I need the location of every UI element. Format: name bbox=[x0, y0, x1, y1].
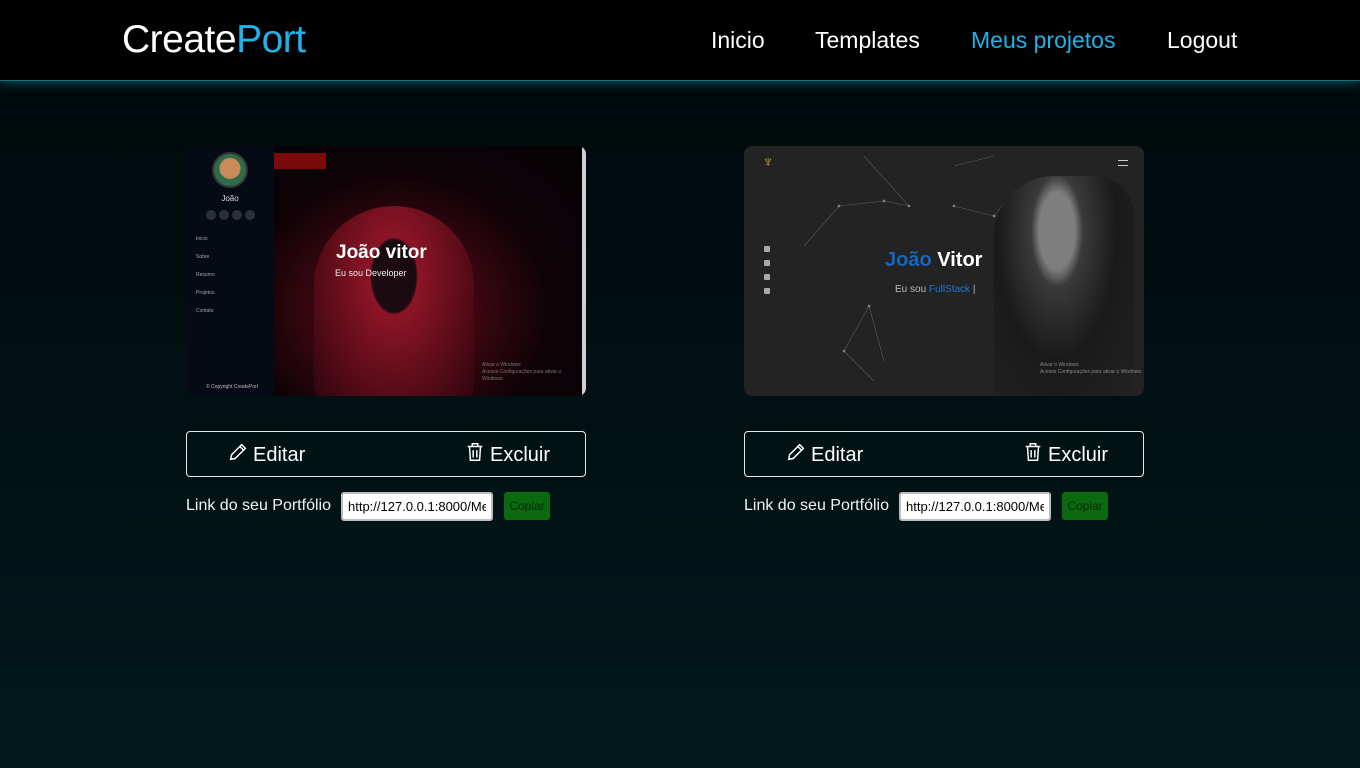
project-actions-bar: Editar Excluir bbox=[186, 431, 586, 477]
subtitle-accent: FullStack bbox=[928, 284, 971, 295]
preview-menu-item: Sobre bbox=[196, 254, 210, 260]
preview-hero: João vitor Eu sou Developer Ativar o Win… bbox=[274, 146, 582, 396]
portfolio-link-row: Link do seu Portfólio Copiar bbox=[744, 492, 1144, 522]
preview-menu-item: Projetos bbox=[196, 290, 215, 296]
preview-hero-subtitle: Eu sou FullStack | bbox=[895, 284, 975, 295]
portfolio-preview-image[interactable]: João Inicio Sobre Resumo Projetos Contat… bbox=[186, 146, 586, 396]
delete-button[interactable]: Excluir bbox=[1022, 441, 1108, 469]
linkedin-icon bbox=[764, 274, 770, 280]
copy-link-button[interactable]: Copiar bbox=[1062, 492, 1108, 520]
edit-label: Editar bbox=[253, 443, 306, 466]
trash-icon bbox=[464, 441, 486, 469]
twitter-icon bbox=[764, 288, 770, 294]
hamburger-menu-icon bbox=[1118, 160, 1128, 166]
preview-title-first: João bbox=[885, 249, 932, 271]
linkedin-icon bbox=[245, 210, 255, 220]
github-icon bbox=[219, 210, 229, 220]
delete-label: Excluir bbox=[1048, 443, 1109, 466]
preview-activation-notice: Ativar o Windows Acesse Configurações pa… bbox=[482, 362, 582, 383]
preview-menu-item: Inicio bbox=[196, 236, 208, 242]
preview-hero-title: João Vitor bbox=[885, 249, 982, 272]
edit-button[interactable]: Editar bbox=[785, 441, 863, 469]
instagram-icon bbox=[232, 210, 242, 220]
portfolio-preview-image[interactable]: ♆ João Vitor Eu sou FullStack | Ativar o… bbox=[744, 146, 1144, 396]
preview-sidebar: João Inicio Sobre Resumo Projetos Contat… bbox=[186, 146, 274, 396]
twitter-icon bbox=[206, 210, 216, 220]
edit-label: Editar bbox=[811, 443, 864, 466]
preview-name: João bbox=[221, 194, 239, 203]
brand-name-part1: Create bbox=[122, 18, 237, 61]
preview-menu-item: Contato bbox=[196, 308, 214, 314]
subtitle-prefix: Eu sou bbox=[895, 284, 929, 295]
instagram-icon bbox=[764, 246, 770, 252]
pencil-icon bbox=[785, 441, 807, 469]
preview-hero-title: João vitor bbox=[336, 242, 427, 263]
nav-link-logout[interactable]: Logout bbox=[1167, 26, 1237, 54]
copy-link-button[interactable]: Copiar bbox=[504, 492, 550, 520]
portfolio-link-row: Link do seu Portfólio Copiar bbox=[186, 492, 586, 522]
portfolio-link-label: Link do seu Portfólio bbox=[186, 497, 331, 514]
preview-activation-notice: Ativar o Windows Acesse Configurações pa… bbox=[1040, 362, 1142, 376]
edit-button[interactable]: Editar bbox=[227, 441, 305, 469]
brand-name-part2: Port bbox=[236, 18, 306, 61]
activation-title: Ativar o Windows bbox=[1040, 362, 1079, 368]
activation-subtitle: Acesse Configurações para ativar o Windo… bbox=[1040, 369, 1143, 375]
portfolio-link-label: Link do seu Portfólio bbox=[744, 497, 889, 514]
project-actions-bar: Editar Excluir bbox=[744, 431, 1144, 477]
top-navbar: CreatePort Inicio Templates Meus projeto… bbox=[0, 0, 1360, 80]
portfolio-link-input[interactable] bbox=[899, 492, 1051, 521]
hooded-figure-image bbox=[314, 206, 474, 396]
preview-scrollbar bbox=[582, 146, 586, 396]
pencil-icon bbox=[227, 441, 249, 469]
project-card: ♆ João Vitor Eu sou FullStack | Ativar o… bbox=[744, 146, 1144, 521]
brand-logo[interactable]: CreatePort bbox=[122, 18, 306, 62]
trash-icon bbox=[1022, 441, 1044, 469]
preview-hero-subtitle: Eu sou Developer bbox=[335, 268, 407, 278]
portfolio-link-input[interactable] bbox=[341, 492, 493, 521]
preview-title-last: Vitor bbox=[931, 249, 983, 271]
delete-button[interactable]: Excluir bbox=[464, 441, 550, 469]
preview-red-bar bbox=[274, 153, 326, 169]
activation-title: Ativar o Windows bbox=[482, 362, 521, 368]
preview-footer: © Copyright CreatePort bbox=[206, 384, 259, 390]
delete-label: Excluir bbox=[490, 443, 551, 466]
activation-subtitle: Acesse Configurações para ativar o Windo… bbox=[482, 369, 562, 382]
facebook-icon bbox=[764, 260, 770, 266]
project-card: João Inicio Sobre Resumo Projetos Contat… bbox=[186, 146, 586, 521]
preview-logo-icon: ♆ bbox=[762, 154, 774, 171]
nav-link-inicio[interactable]: Inicio bbox=[711, 26, 765, 54]
preview-menu-item: Resumo bbox=[196, 272, 215, 278]
subtitle-suffix: | bbox=[970, 284, 976, 295]
nav-link-meus-projetos[interactable]: Meus projetos bbox=[971, 26, 1115, 54]
avatar bbox=[212, 152, 248, 188]
nav-link-templates[interactable]: Templates bbox=[815, 26, 920, 54]
